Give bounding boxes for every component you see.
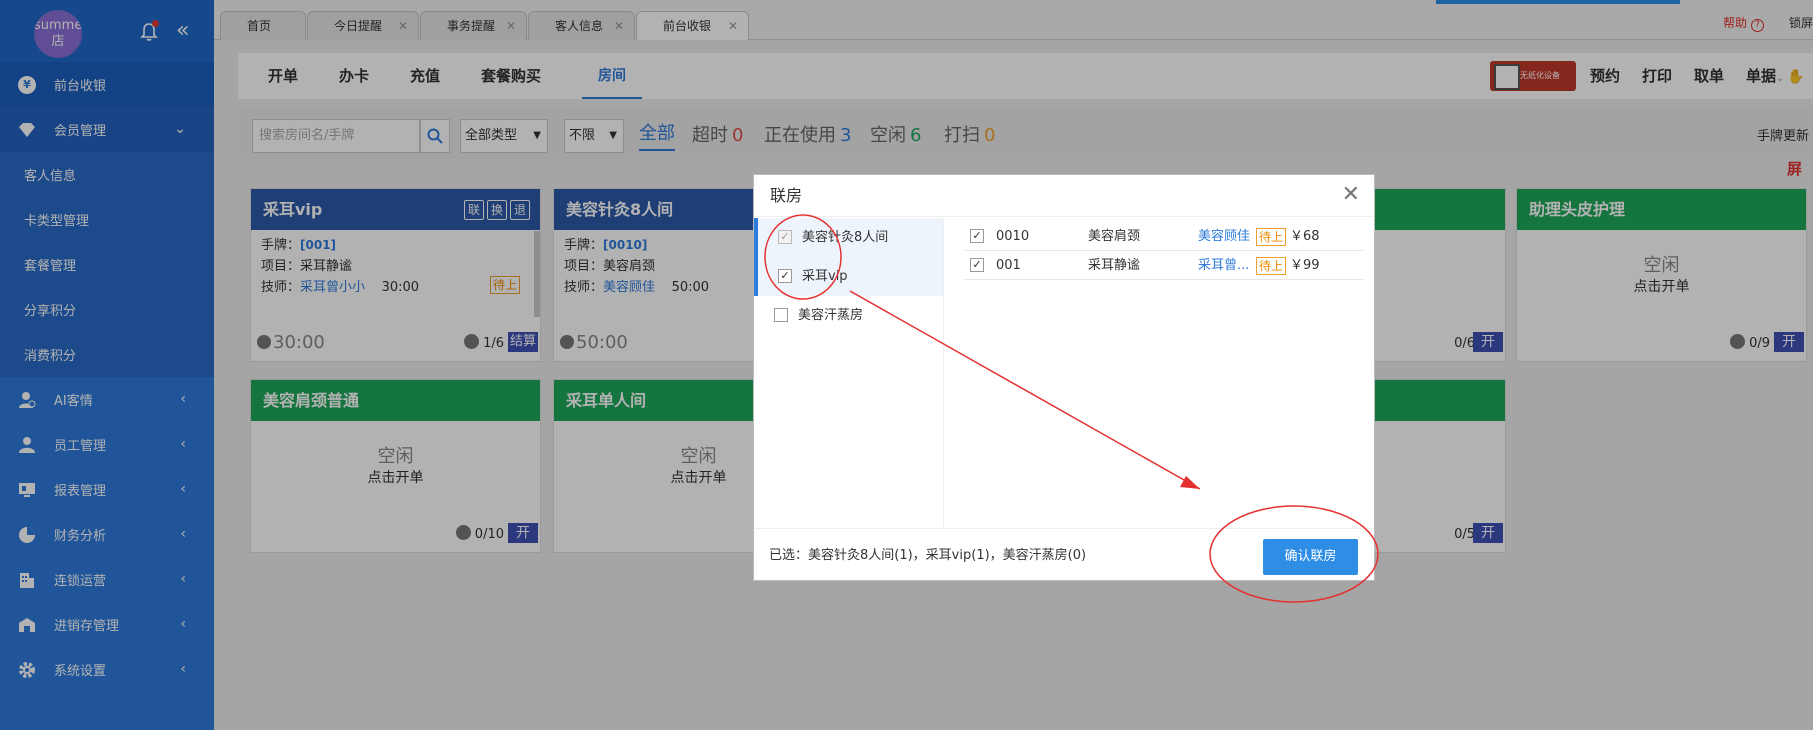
item-checkbox[interactable]: ✓ — [970, 258, 984, 272]
item-technician: 采耳曾... — [1198, 258, 1250, 273]
item-price: ￥68 — [1290, 229, 1320, 244]
room-option[interactable]: 美容汗蒸房 — [754, 296, 943, 335]
service-item-row[interactable]: ✓ 001 采耳静谧 采耳曾... 待上 ￥99 — [964, 251, 1364, 280]
room-option-label: 美容汗蒸房 — [798, 308, 864, 323]
room-checkbox[interactable] — [774, 308, 788, 322]
room-option-label: 美容针灸8人间 — [802, 230, 889, 245]
room-option[interactable]: ✓ 采耳vip — [754, 257, 943, 296]
selection-summary: 已选：美容针灸8人间(1)，采耳vip(1)，美容汗蒸房(0) — [769, 548, 1087, 563]
confirm-link-rooms-button[interactable]: 确认联房 — [1263, 539, 1358, 575]
dialog-footer: 已选：美容针灸8人间(1)，采耳vip(1)，美容汗蒸房(0) 确认联房 — [754, 528, 1374, 581]
item-checkbox[interactable]: ✓ — [970, 229, 984, 243]
item-name: 采耳静谧 — [1088, 258, 1141, 273]
service-item-row[interactable]: ✓ 0010 美容肩颈 美容顾佳 待上 ￥68 — [964, 222, 1364, 251]
room-checkbox[interactable]: ✓ — [778, 269, 792, 283]
status-badge: 待上 — [1256, 257, 1287, 275]
dialog-title: 联房 — [754, 175, 1374, 217]
room-option-label: 采耳vip — [802, 269, 848, 284]
item-hand-tag: 001 — [996, 258, 1021, 273]
item-name: 美容肩颈 — [1088, 229, 1141, 244]
room-option[interactable]: ✓ 美容针灸8人间 — [754, 218, 943, 257]
item-price: ￥99 — [1290, 258, 1320, 273]
service-item-list: ✓ 0010 美容肩颈 美容顾佳 待上 ￥68 ✓ 001 采耳静谧 采耳曾..… — [964, 222, 1364, 280]
item-technician: 美容顾佳 — [1198, 229, 1251, 244]
room-selection-list: ✓ 美容针灸8人间 ✓ 采耳vip 美容汗蒸房 — [754, 218, 944, 528]
status-badge: 待上 — [1256, 228, 1287, 246]
item-hand-tag: 0010 — [996, 229, 1030, 244]
link-rooms-dialog: 联房 ✕ ✓ 美容针灸8人间 ✓ 采耳vip 美容汗蒸房 ✓ 0010 美容肩颈… — [753, 174, 1375, 581]
room-checkbox[interactable]: ✓ — [778, 230, 792, 244]
close-icon[interactable]: ✕ — [1342, 183, 1360, 207]
